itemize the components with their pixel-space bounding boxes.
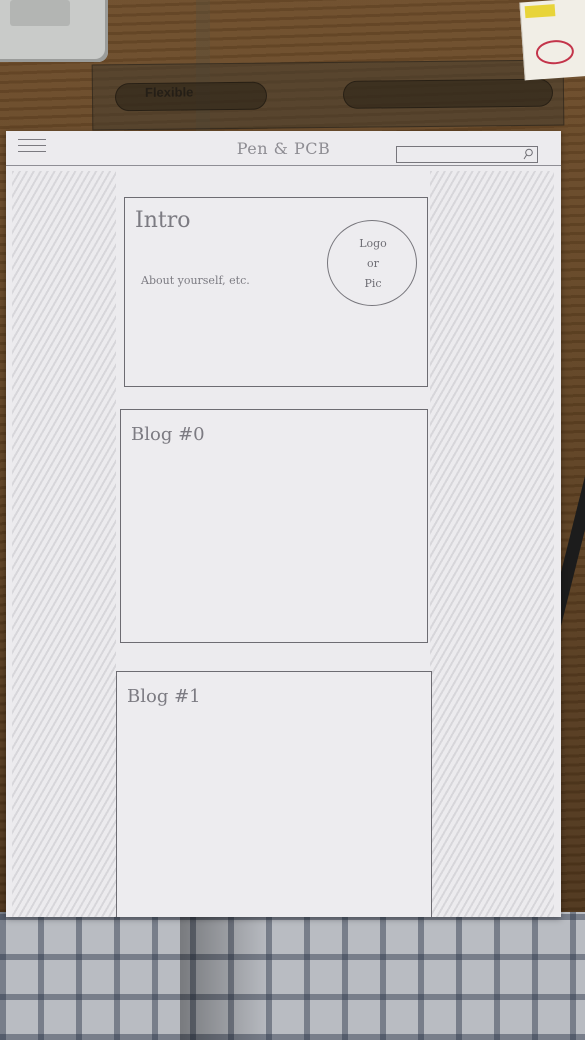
laptop-corner	[0, 0, 108, 62]
intro-card: Intro About yourself, etc. Logo or Pic	[124, 197, 428, 387]
logo-line: Pic	[364, 277, 382, 290]
search-input[interactable]	[396, 146, 538, 163]
margin-shading-right	[430, 171, 554, 917]
logo-placeholder: Logo or Pic	[327, 220, 417, 306]
blog-title: Blog #0	[131, 424, 205, 445]
fabric-shadow	[180, 912, 270, 1040]
blog-card[interactable]: Blog #1	[116, 671, 432, 917]
search-icon[interactable]	[523, 148, 533, 160]
ruler: Flexible	[91, 59, 565, 131]
navbar: Pen & PCB	[6, 131, 561, 166]
margin-shading-left	[12, 171, 116, 917]
wireframe-sheet: Pen & PCB Intro About yourself, etc. Log…	[6, 131, 561, 917]
blog-card[interactable]: Blog #0	[120, 409, 428, 643]
ruler-brand-text: Flexible	[144, 84, 194, 100]
logo-line: Logo	[359, 237, 387, 250]
ruler-slot	[342, 78, 554, 109]
blog-title: Blog #1	[127, 686, 201, 707]
plaid-fabric	[0, 912, 585, 1040]
intro-title: Intro	[135, 208, 191, 233]
logo-line: or	[367, 257, 379, 270]
intro-text: About yourself, etc.	[141, 274, 250, 287]
sticky-note	[519, 0, 585, 81]
